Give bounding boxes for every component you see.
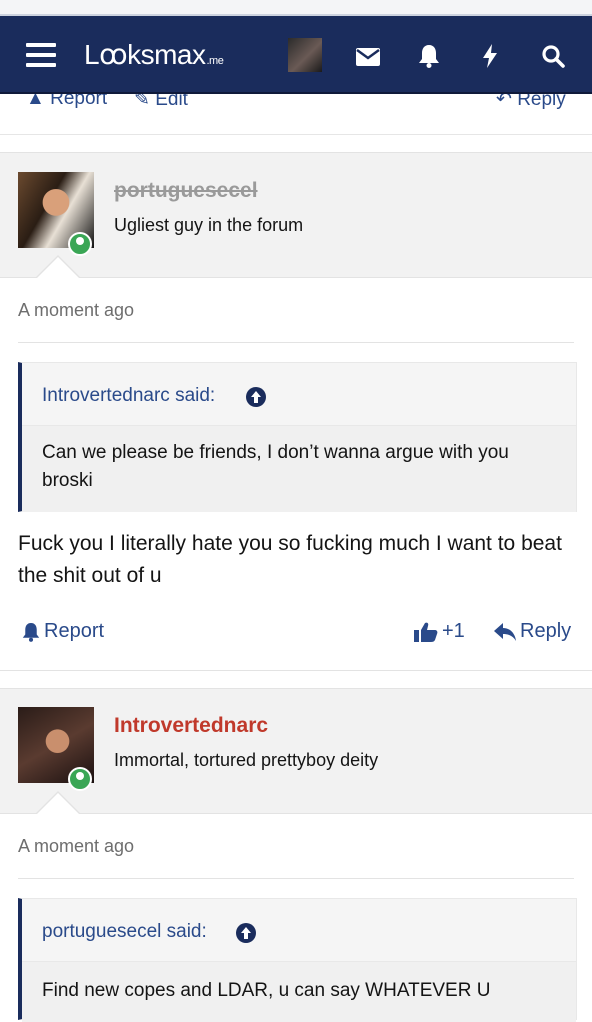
top-navbar: Lꝏksmax.me: [0, 16, 592, 94]
panel-pointer: [36, 257, 80, 279]
user-title: Immortal, tortured prettyboy deity: [114, 750, 379, 770]
post-user-panel: Introvertednarc Immortal, tortured prett…: [0, 688, 592, 814]
post-timestamp[interactable]: A moment ago: [18, 300, 134, 321]
username[interactable]: portuguesecel: [114, 179, 258, 203]
reply-button[interactable]: Reply: [494, 620, 571, 643]
divider: [18, 342, 574, 343]
username[interactable]: Introvertednarc: [114, 714, 268, 738]
lightning-icon[interactable]: [482, 44, 498, 73]
user-title: Ugliest guy in the forum: [114, 215, 304, 235]
jump-to-quote-icon[interactable]: [236, 923, 256, 943]
search-icon[interactable]: [541, 44, 565, 73]
reaction-count: +1: [442, 620, 465, 642]
quote-block: Introvertednarc said: Can we please be f…: [18, 362, 577, 512]
post-timestamp[interactable]: A moment ago: [18, 836, 134, 857]
thumbs-up-icon: [414, 622, 438, 642]
avatar[interactable]: [288, 38, 322, 72]
divider: [18, 878, 574, 879]
browser-top-strip: [0, 0, 592, 16]
panel-pointer: [36, 793, 80, 815]
online-status-icon: [68, 232, 92, 256]
report-link[interactable]: Report: [22, 620, 104, 643]
online-status-icon: [68, 767, 92, 791]
mail-icon[interactable]: [356, 48, 380, 71]
bell-icon: [22, 622, 40, 642]
quote-author[interactable]: portuguesecel said:: [42, 921, 207, 943]
quote-block: portuguesecel said: Find new copes and L…: [18, 898, 577, 1022]
menu-icon[interactable]: [26, 43, 56, 67]
jump-to-quote-icon[interactable]: [246, 387, 266, 407]
quote-author[interactable]: Introvertednarc said:: [42, 385, 215, 407]
post-user-panel: portuguesecel Ugliest guy in the forum: [0, 152, 592, 278]
quote-text: Can we please be friends, I don’t wanna …: [42, 442, 509, 491]
like-reaction[interactable]: +1: [414, 620, 465, 643]
quote-text: Find new copes and LDAR, u can say WHATE…: [42, 980, 491, 1001]
post-body: Fuck you I literally hate you so fucking…: [18, 532, 562, 587]
reply-icon: [494, 622, 516, 641]
bell-icon[interactable]: [418, 44, 440, 73]
site-logo[interactable]: Lꝏksmax.me: [84, 38, 224, 71]
